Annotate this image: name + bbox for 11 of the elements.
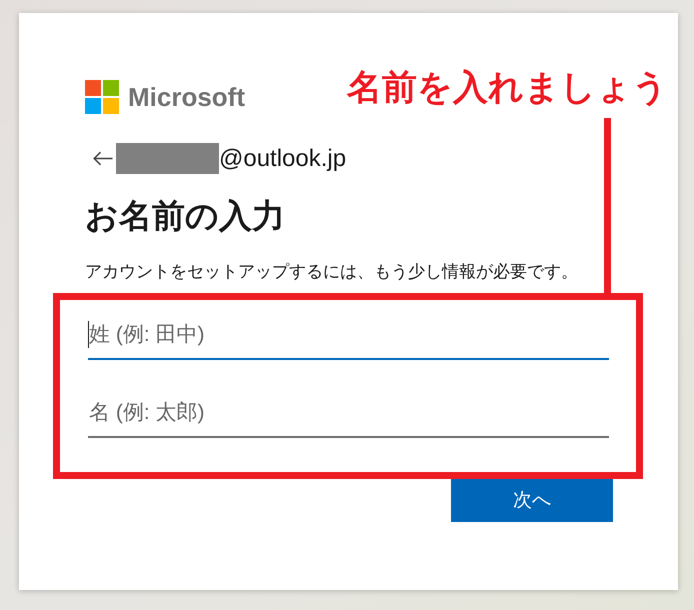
logo-icon: [85, 80, 119, 114]
text-cursor: [88, 321, 89, 348]
description-text: アカウントをセットアップするには、もう少し情報が必要です。: [85, 261, 578, 283]
back-arrow-icon[interactable]: [93, 151, 113, 166]
text-input-field[interactable]: 名 (例: 太郎): [88, 389, 609, 438]
page-heading: お名前の入力: [85, 196, 285, 236]
next-button[interactable]: 次へ: [451, 479, 613, 522]
text-input-field[interactable]: 姓 (例: 田中): [88, 311, 609, 360]
email-address: @outlook.jp: [219, 144, 346, 174]
brand-name: Microsoft: [128, 84, 245, 110]
annotation-label: 名前を入れましょう: [347, 70, 668, 105]
